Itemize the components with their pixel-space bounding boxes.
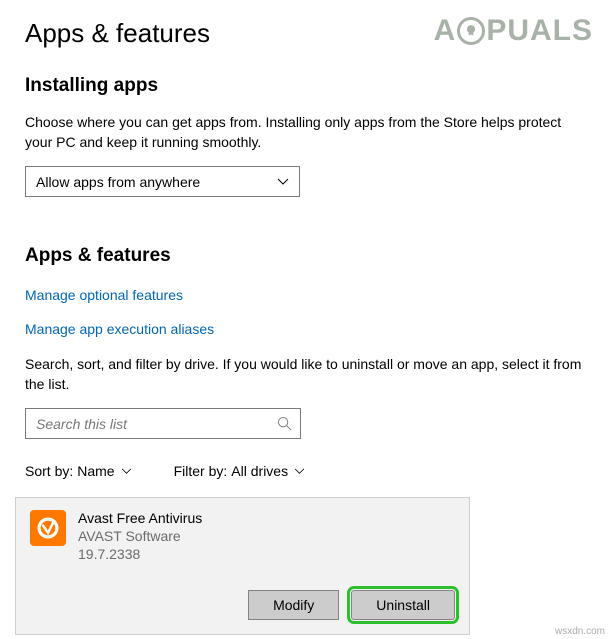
app-source-dropdown-value: Allow apps from anywhere [36,174,200,190]
app-version: 19.7.2338 [78,546,202,562]
avast-app-icon [30,510,66,546]
app-search-input[interactable] [36,416,277,432]
filter-by-value: All drives [231,463,288,479]
apps-list-desc: Search, sort, and filter by drive. If yo… [25,355,586,394]
app-search-box[interactable] [25,408,301,439]
uninstall-button[interactable]: Uninstall [351,590,455,620]
chevron-down-icon [121,468,132,475]
filter-by-control[interactable]: Filter by: All drives [174,463,305,479]
search-icon [277,416,292,431]
app-name: Avast Free Antivirus [78,510,202,526]
filter-row: Sort by: Name Filter by: All drives [25,463,586,479]
filter-by-label: Filter by: [174,463,228,479]
manage-app-execution-aliases-link[interactable]: Manage app execution aliases [25,321,586,337]
sort-by-control[interactable]: Sort by: Name [25,463,132,479]
attribution: wsxdn.com [555,626,605,637]
sort-by-label: Sort by: [25,463,73,479]
app-list-item[interactable]: Avast Free Antivirus AVAST Software 19.7… [15,497,470,635]
chevron-down-icon [294,468,305,475]
apps-features-heading: Apps & features [25,245,586,267]
page-title: Apps & features [25,18,586,49]
modify-button[interactable]: Modify [248,590,339,620]
app-publisher: AVAST Software [78,528,202,544]
chevron-down-icon [277,178,289,186]
sort-by-value: Name [77,463,114,479]
app-source-dropdown[interactable]: Allow apps from anywhere [25,166,300,197]
installing-apps-heading: Installing apps [25,75,586,97]
installing-apps-desc: Choose where you can get apps from. Inst… [25,113,586,152]
manage-optional-features-link[interactable]: Manage optional features [25,287,586,303]
